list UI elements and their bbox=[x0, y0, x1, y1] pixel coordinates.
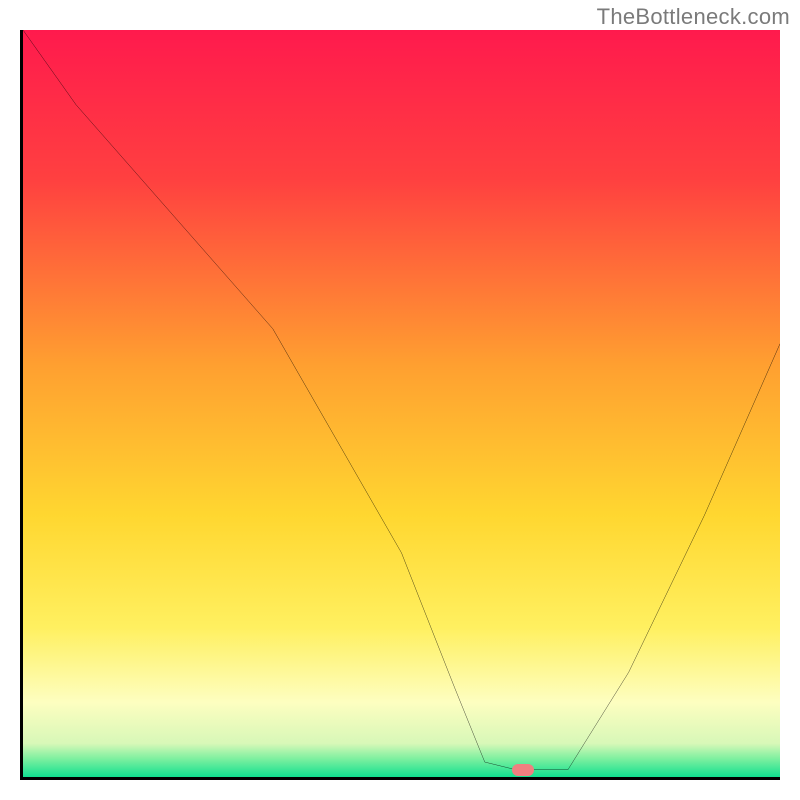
plot-area bbox=[20, 30, 780, 780]
curve-layer bbox=[23, 30, 780, 777]
watermark-text: TheBottleneck.com bbox=[597, 4, 790, 30]
chart-container: TheBottleneck.com bbox=[0, 0, 800, 800]
bottleneck-curve bbox=[23, 30, 780, 770]
optimal-marker bbox=[512, 764, 534, 776]
